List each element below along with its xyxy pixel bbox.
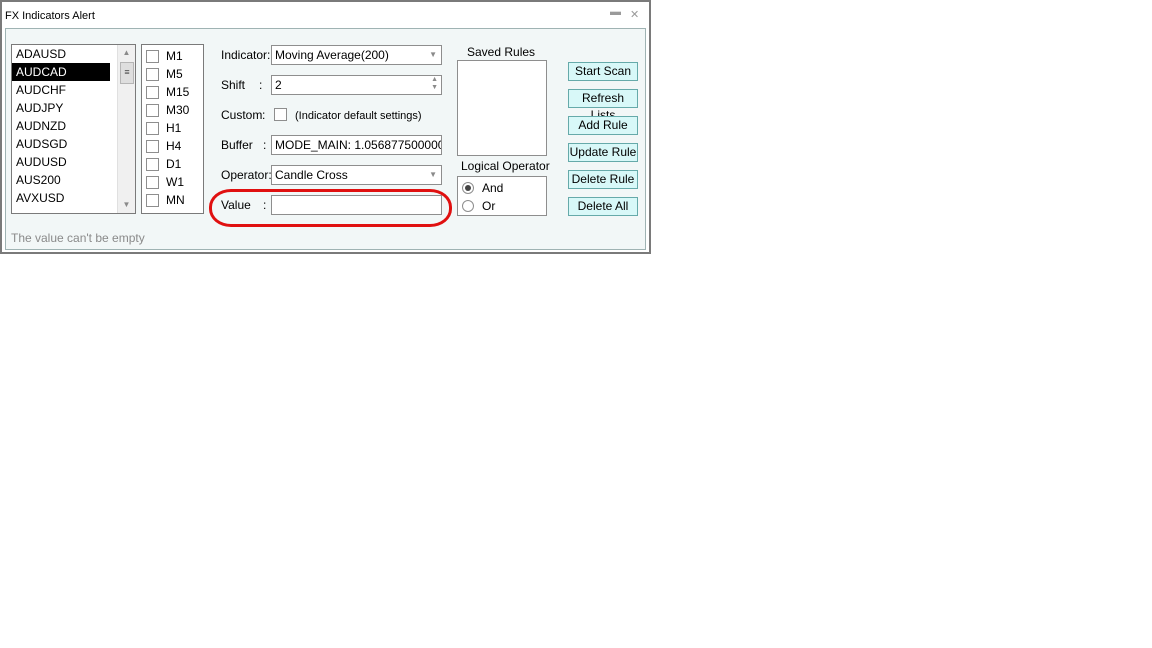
dialog-client-area: ADAUSD AUDCAD AUDCHF AUDJPY AUDNZD AUDSG… <box>5 28 646 250</box>
logical-operator-title: Logical Operator <box>461 159 550 173</box>
timeframe-label: W1 <box>166 175 184 189</box>
checkbox[interactable] <box>146 176 159 189</box>
scroll-thumb[interactable]: ≡ <box>120 62 134 84</box>
buffer-colon: : <box>263 138 267 152</box>
operator-dropdown[interactable]: Candle Cross ▼ <box>271 165 442 185</box>
radio-or-label: Or <box>482 199 496 213</box>
delete-all-button[interactable]: Delete All <box>568 197 638 216</box>
update-rule-button[interactable]: Update Rule <box>568 143 638 162</box>
checkbox[interactable] <box>146 140 159 153</box>
shift-colon: : <box>259 78 263 92</box>
add-rule-button[interactable]: Add Rule <box>568 116 638 135</box>
checkbox[interactable] <box>146 104 159 117</box>
scroll-up-icon[interactable]: ▲ <box>118 45 135 61</box>
operator-label: Operator: <box>221 168 272 182</box>
checkbox[interactable] <box>146 68 159 81</box>
indicator-value: Moving Average(200) <box>275 48 389 62</box>
list-item[interactable]: AUDCHF <box>12 81 110 99</box>
saved-rules-list[interactable] <box>457 60 547 156</box>
logical-operator-group: And Or <box>457 176 547 216</box>
timeframe-label: H1 <box>166 121 182 135</box>
timeframe-label: H4 <box>166 139 182 153</box>
timeframe-label: D1 <box>166 157 182 171</box>
shift-value: 2 <box>275 78 282 92</box>
spinner-arrows-icon[interactable]: ▲ ▼ <box>431 76 438 92</box>
delete-rule-button[interactable]: Delete Rule <box>568 170 638 189</box>
radio-or[interactable] <box>462 200 474 212</box>
indicator-dropdown[interactable]: Moving Average(200) ▼ <box>271 45 442 65</box>
list-scrollbar[interactable]: ▲ ≡ ▼ <box>117 45 135 213</box>
list-item-selected[interactable]: AUDCAD <box>12 63 110 81</box>
custom-colon: : <box>262 108 266 122</box>
custom-checkbox[interactable] <box>274 108 287 121</box>
list-item[interactable]: AUS200 <box>12 171 110 189</box>
minimize-icon[interactable]: ▬ <box>610 6 621 18</box>
checkbox[interactable] <box>146 158 159 171</box>
chevron-down-icon: ▼ <box>429 50 437 59</box>
list-item[interactable]: AUDJPY <box>12 99 110 117</box>
window-title: FX Indicators Alert <box>5 10 95 22</box>
checkbox[interactable] <box>146 194 159 207</box>
checkbox[interactable] <box>146 50 159 63</box>
timeframe-label: MN <box>166 193 185 207</box>
app-window: FX Indicators Alert ▬ ✕ ADAUSD AUDCAD AU… <box>0 0 651 254</box>
timeframe-label: M5 <box>166 67 183 81</box>
list-item[interactable]: AVXUSD <box>12 189 110 207</box>
scroll-down-icon[interactable]: ▼ <box>118 197 135 213</box>
buffer-value: MODE_MAIN: 1.05687750000002 <box>275 138 442 152</box>
saved-rules-title: Saved Rules <box>467 45 536 59</box>
list-item[interactable]: ADAUSD <box>12 45 110 63</box>
radio-and[interactable] <box>462 182 474 194</box>
custom-hint: (Indicator default settings) <box>295 110 422 122</box>
operator-value: Candle Cross <box>275 168 348 182</box>
timeframe-label: M15 <box>166 85 190 99</box>
timeframe-panel: M1 M5 M15 M30 H1 H4 D1 W1 MN <box>141 44 204 214</box>
buffer-field[interactable]: MODE_MAIN: 1.05687750000002 <box>271 135 442 155</box>
window-body: FX Indicators Alert ▬ ✕ ADAUSD AUDCAD AU… <box>2 2 649 252</box>
checkbox[interactable] <box>146 86 159 99</box>
symbol-listbox[interactable]: ADAUSD AUDCAD AUDCHF AUDJPY AUDNZD AUDSG… <box>11 44 136 214</box>
custom-label: Custom <box>221 108 263 122</box>
list-item[interactable]: AUDNZD <box>12 117 110 135</box>
highlight-ellipse <box>209 189 452 227</box>
status-message: The value can't be empty <box>11 231 145 245</box>
shift-spinner[interactable]: 2 ▲ ▼ <box>271 75 442 95</box>
shift-label: Shift <box>221 78 246 92</box>
indicator-label: Indicator: <box>221 48 271 62</box>
radio-and-label: And <box>482 181 504 195</box>
refresh-lists-button[interactable]: Refresh Lists <box>568 89 638 122</box>
close-icon[interactable]: ✕ <box>630 8 639 21</box>
buffer-label: Buffer <box>221 138 253 152</box>
chevron-down-icon: ▼ <box>429 170 437 179</box>
timeframe-label: M1 <box>166 49 183 63</box>
list-item[interactable]: AUDUSD <box>12 153 110 171</box>
titlebar[interactable]: FX Indicators Alert ▬ ✕ <box>2 2 649 28</box>
checkbox[interactable] <box>146 122 159 135</box>
timeframe-label: M30 <box>166 103 190 117</box>
list-item[interactable]: AUDSGD <box>12 135 110 153</box>
start-scan-button[interactable]: Start Scan <box>568 62 638 81</box>
